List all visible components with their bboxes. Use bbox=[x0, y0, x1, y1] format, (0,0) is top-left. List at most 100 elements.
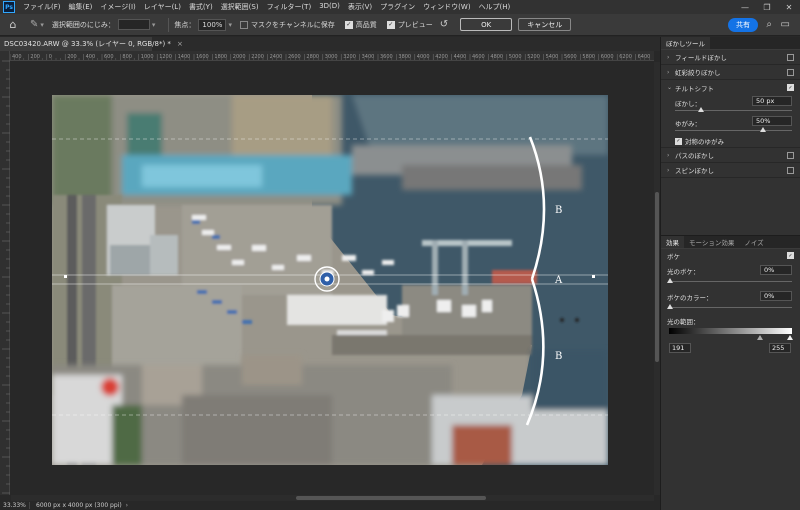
photo-image[interactable]: B A B bbox=[52, 95, 608, 465]
preview-checkbox[interactable]: ✓ bbox=[386, 20, 395, 29]
light-range-low-input[interactable]: 191 bbox=[669, 343, 691, 353]
ok-button[interactable]: OK bbox=[460, 18, 513, 31]
light-bokeh-input[interactable]: 0% bbox=[760, 265, 792, 275]
ruler-left[interactable] bbox=[0, 51, 10, 495]
selection-blur-input[interactable] bbox=[117, 19, 150, 30]
ruler-tick-label: 400 bbox=[86, 54, 96, 60]
menu-item-11[interactable]: ヘルプ(H) bbox=[475, 2, 515, 12]
high-quality-label: 高品質 bbox=[355, 20, 377, 29]
document-tab[interactable]: DSC03420.ARW @ 33.3% (レイヤー 0, RGB/8*) * … bbox=[0, 37, 183, 51]
tool-preset-caret[interactable]: ▾ bbox=[40, 21, 44, 29]
ruler-tick-label: 4000 bbox=[417, 54, 430, 60]
search-icon[interactable]: ⌕ bbox=[766, 19, 772, 30]
tab-blur-tools[interactable]: ぼかしツール bbox=[661, 37, 710, 49]
blur-control: ぼかし： 50 px bbox=[661, 95, 800, 115]
close-tab-icon[interactable]: × bbox=[177, 40, 183, 48]
menu-item-1[interactable]: 編集(E) bbox=[65, 2, 97, 12]
menu-item-9[interactable]: プラグイン bbox=[376, 2, 419, 12]
iris-blur-checkbox[interactable] bbox=[787, 69, 794, 76]
bokeh-color-label: ボケのカラー： bbox=[667, 294, 713, 302]
bokeh-color-slider-track[interactable] bbox=[669, 307, 792, 308]
light-bokeh-slider-track[interactable] bbox=[669, 281, 792, 282]
menu-item-6[interactable]: フィルター(T) bbox=[263, 2, 316, 12]
selection-blur-caret[interactable]: ▾ bbox=[152, 21, 156, 29]
cancel-button[interactable]: キャンセル bbox=[518, 18, 572, 31]
bokeh-color-input[interactable]: 0% bbox=[760, 291, 792, 301]
mask-label: マスクをチャンネルに保存 bbox=[250, 20, 335, 29]
menu-item-5[interactable]: 選択範囲(S) bbox=[217, 2, 263, 12]
pin-tool-icon[interactable]: ✎ bbox=[30, 19, 38, 30]
focus-caret[interactable]: ▾ bbox=[228, 21, 232, 29]
home-icon[interactable]: ⌂ bbox=[6, 18, 20, 32]
minimize-button[interactable]: — bbox=[734, 0, 756, 14]
ruler-tick-label: 3200 bbox=[343, 54, 356, 60]
section-field-blur[interactable]: › フィールドぼかし bbox=[661, 50, 800, 65]
zoom-level[interactable]: 33.33% bbox=[0, 502, 30, 509]
ruler-top[interactable]: 400 200 0 200 400 600 800 1000 1200 1400 1600 1800 2… bbox=[10, 51, 654, 61]
section-iris-blur[interactable]: › 虹彩絞りぼかし bbox=[661, 65, 800, 80]
blur-input[interactable]: 50 px bbox=[752, 96, 792, 106]
light-range-high-thumb[interactable] bbox=[787, 335, 793, 340]
ruler-tick-label: 6400 bbox=[638, 54, 651, 60]
reset-icon[interactable]: ↺ bbox=[440, 19, 448, 30]
path-blur-checkbox[interactable] bbox=[787, 152, 794, 159]
light-range-high-input[interactable]: 255 bbox=[769, 343, 791, 353]
bokeh-header[interactable]: ボケ ✓ bbox=[661, 249, 800, 263]
tab-motion-effects[interactable]: モーション効果 bbox=[684, 236, 739, 248]
separator bbox=[168, 17, 170, 32]
section-path-blur[interactable]: › パスのぼかし bbox=[661, 148, 800, 163]
ruler-tick-label: 1600 bbox=[196, 54, 209, 60]
workspace-icon[interactable]: ▭ bbox=[781, 19, 790, 30]
symmetric-distortion-checkbox[interactable]: ✓ bbox=[675, 137, 682, 145]
high-quality-checkbox[interactable]: ✓ bbox=[344, 20, 353, 29]
menu-item-0[interactable]: ファイル(F) bbox=[19, 2, 65, 12]
maximize-button[interactable]: ❐ bbox=[756, 0, 778, 14]
close-window-button[interactable]: ✕ bbox=[778, 0, 800, 14]
menu-item-2[interactable]: イメージ(I) bbox=[96, 2, 139, 12]
menu-item-3[interactable]: レイヤー(L) bbox=[140, 2, 185, 12]
light-bokeh-slider-thumb[interactable] bbox=[667, 278, 673, 283]
ruler-tick-label: 200 bbox=[67, 54, 77, 60]
mask-checkbox[interactable] bbox=[239, 20, 248, 29]
distortion-slider-track[interactable] bbox=[675, 130, 792, 131]
menu-item-10[interactable]: ウィンドウ(W) bbox=[419, 2, 474, 12]
panel-tab-row: ぼかしツール bbox=[661, 37, 800, 50]
focus-input[interactable]: 100% bbox=[198, 18, 227, 31]
spin-blur-checkbox[interactable] bbox=[787, 167, 794, 174]
menu-item-7[interactable]: 3D(D) bbox=[315, 2, 344, 12]
ruler-tick-label: 4400 bbox=[454, 54, 467, 60]
distortion-slider-thumb[interactable] bbox=[759, 127, 766, 132]
tilt-shift-checkbox[interactable]: ✓ bbox=[787, 84, 794, 91]
ruler-tick-label: 6200 bbox=[619, 54, 632, 60]
document-info: 6000 px x 4000 px (300 ppi) bbox=[36, 502, 122, 509]
share-button[interactable]: 共有 bbox=[728, 18, 758, 32]
horizontal-scroll-thumb[interactable] bbox=[296, 496, 486, 500]
menu-item-8[interactable]: 表示(V) bbox=[344, 2, 376, 12]
section-spin-blur[interactable]: › スピンぼかし bbox=[661, 163, 800, 178]
status-arrow-icon[interactable]: › bbox=[126, 502, 128, 509]
field-blur-checkbox[interactable] bbox=[787, 54, 794, 61]
blur-slider-track[interactable] bbox=[675, 110, 792, 111]
distortion-input[interactable]: 50% bbox=[752, 116, 792, 126]
light-range-low-thumb[interactable] bbox=[757, 335, 763, 340]
chevron-right-icon: › bbox=[667, 151, 670, 159]
ruler-tick-label: 400 bbox=[12, 54, 22, 60]
menu-item-4[interactable]: 書式(Y) bbox=[185, 2, 217, 12]
tab-effects[interactable]: 効果 bbox=[661, 236, 684, 248]
document-tab-strip: DSC03420.ARW @ 33.3% (レイヤー 0, RGB/8*) * … bbox=[0, 37, 660, 51]
light-bokeh-control: 光のボケ： 0% bbox=[661, 263, 800, 289]
blur-slider-thumb[interactable] bbox=[697, 107, 704, 112]
bokeh-checkbox[interactable]: ✓ bbox=[787, 252, 794, 259]
light-bokeh-label: 光のボケ： bbox=[667, 268, 700, 276]
document-tab-title: DSC03420.ARW @ 33.3% (レイヤー 0, RGB/8*) * bbox=[4, 40, 171, 48]
photoshop-logo[interactable]: Ps bbox=[3, 1, 15, 13]
bokeh-color-slider-thumb[interactable] bbox=[667, 304, 673, 309]
ruler-tick-label: 1000 bbox=[141, 54, 154, 60]
vertical-scroll-thumb[interactable] bbox=[655, 192, 659, 362]
tab-noise[interactable]: ノイズ bbox=[739, 236, 768, 248]
ruler-tick-label: 2800 bbox=[306, 54, 319, 60]
overlay-label-top: B bbox=[555, 205, 562, 216]
canvas-area[interactable]: B A B bbox=[11, 62, 654, 495]
section-tilt-shift[interactable]: ⌄ チルトシフト ✓ bbox=[661, 80, 800, 95]
symmetric-distortion-row[interactable]: ✓ 対称のゆがみ bbox=[661, 135, 800, 148]
